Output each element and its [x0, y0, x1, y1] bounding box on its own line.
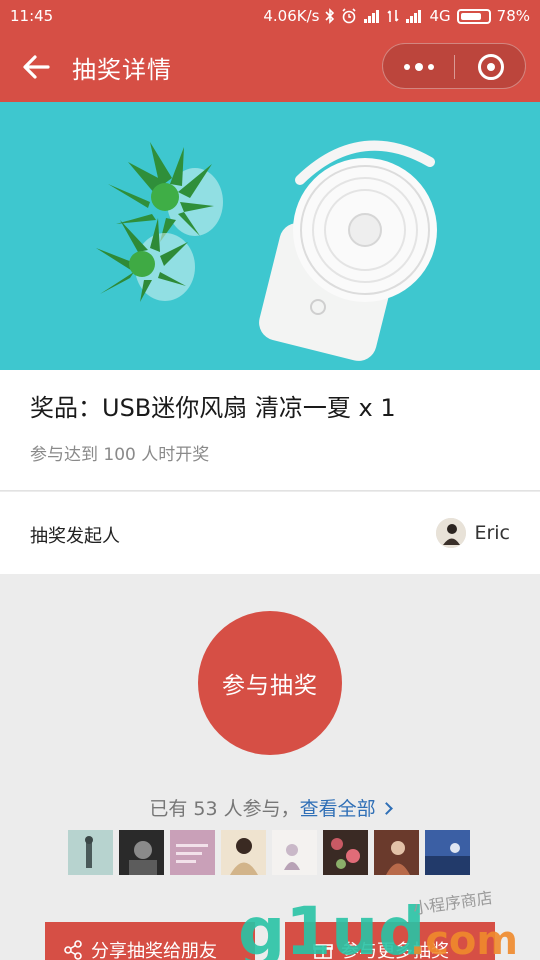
- creator-avatar: [436, 518, 467, 548]
- participants-count: 已有 53 人参与，: [149, 798, 300, 820]
- signal-icon: [364, 10, 380, 23]
- draw-rule: 参与达到 100 人时开奖: [30, 445, 210, 465]
- participant-avatar[interactable]: [221, 830, 266, 875]
- battery-percent: 78%: [496, 7, 530, 25]
- target-circle-icon: [478, 54, 504, 80]
- creator-label: 抽奖发起人: [30, 526, 120, 547]
- dot: [428, 64, 434, 70]
- share-icon: [64, 940, 82, 960]
- signal-icon-2: [406, 10, 422, 23]
- svg-text:小程序商店: 小程序商店: [412, 888, 494, 918]
- more-button[interactable]: [383, 44, 455, 90]
- participant-avatar[interactable]: [119, 830, 164, 875]
- battery-fill: [460, 12, 481, 20]
- arrow-left-icon[interactable]: [20, 52, 52, 82]
- share-label: 分享抽奖给朋友: [91, 941, 217, 960]
- participant-avatar[interactable]: [68, 830, 113, 875]
- participant-avatar[interactable]: [323, 830, 368, 875]
- network-type: 4G: [429, 7, 451, 25]
- creator-user[interactable]: Eric: [436, 518, 510, 548]
- title-bar: 抽奖详情: [0, 32, 540, 102]
- status-right: 4.06K/s 4G 78%: [263, 7, 530, 25]
- participant-avatar[interactable]: [374, 830, 419, 875]
- dot: [415, 63, 423, 71]
- participant-avatar[interactable]: [272, 830, 317, 875]
- participant-avatars: [68, 830, 470, 875]
- close-button[interactable]: [455, 44, 527, 90]
- dot: [404, 64, 410, 70]
- share-button[interactable]: 分享抽奖给朋友: [45, 922, 255, 960]
- network-speed: 4.06K/s: [263, 7, 320, 25]
- status-time: 11:45: [10, 7, 54, 25]
- alarm-icon: [342, 8, 357, 24]
- participant-avatar[interactable]: [425, 830, 470, 875]
- prize-card: 奖品：USB迷你风扇 清凉一夏 x 1 参与达到 100 人时开奖: [0, 370, 540, 491]
- bluetooth-icon: [325, 8, 335, 24]
- page: 11:45 4.06K/s 4G 78% 抽奖详情 奖品：USB迷你风扇 清凉一…: [0, 0, 540, 960]
- participants-summary: 已有 53 人参与，查看全部: [0, 794, 540, 821]
- more-lotteries-button[interactable]: 参与更多抽奖: [285, 922, 495, 960]
- capsule-menu: [382, 43, 526, 89]
- prize-photo: [0, 102, 540, 370]
- status-bar: 11:45 4.06K/s 4G 78%: [0, 0, 540, 32]
- chevron-right-icon[interactable]: [379, 802, 393, 815]
- creator-row: 抽奖发起人 Eric: [0, 492, 540, 574]
- more-label: 参与更多抽奖: [341, 941, 449, 960]
- prize-name: 奖品：USB迷你风扇 清凉一夏 x 1: [30, 394, 396, 422]
- battery-icon: [456, 8, 491, 24]
- gift-icon: [313, 944, 333, 959]
- participant-avatar[interactable]: [170, 830, 215, 875]
- creator-name: Eric: [474, 522, 510, 544]
- join-lottery-button[interactable]: 参与抽奖: [198, 611, 342, 755]
- data-transfer-icon: [387, 10, 400, 22]
- view-all-link[interactable]: 查看全部: [300, 798, 376, 820]
- prize-image: [0, 102, 540, 370]
- page-title: 抽奖详情: [72, 56, 172, 84]
